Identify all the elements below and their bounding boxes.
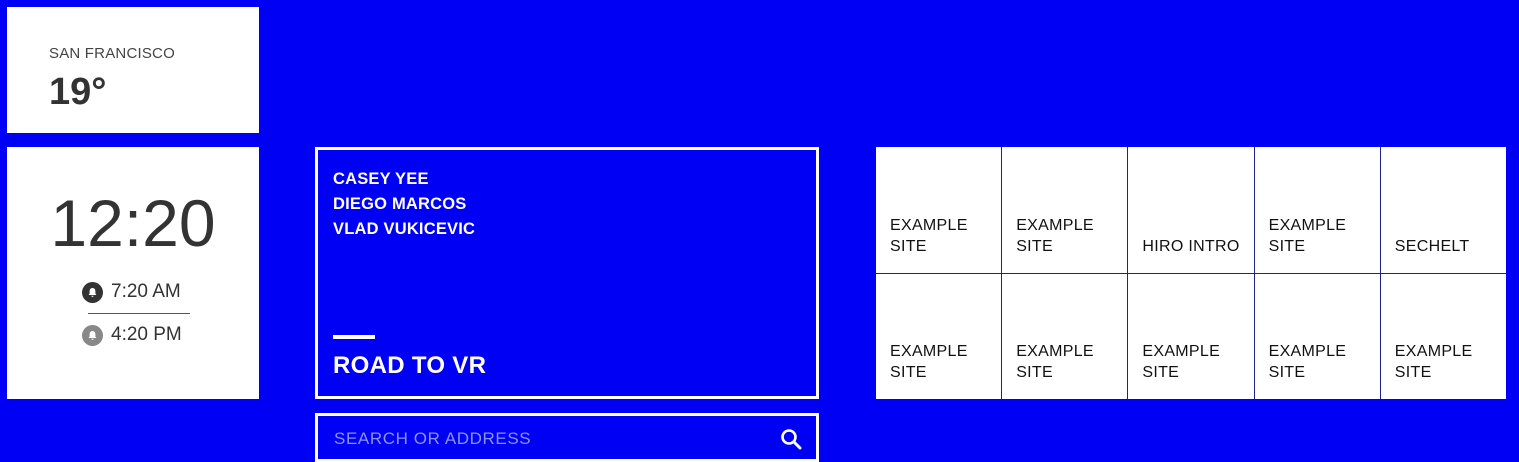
- search-input[interactable]: [332, 426, 756, 452]
- alarm-item[interactable]: 4:20 PM: [82, 324, 182, 346]
- alarm-divider: [88, 313, 190, 314]
- title-divider: [333, 335, 375, 339]
- site-tile-label: EXAMPLE SITE: [1268, 343, 1347, 381]
- site-tile-label: EXAMPLE SITE: [890, 343, 968, 381]
- alarm-time: 7:20 AM: [111, 281, 181, 302]
- site-tiles-grid: EXAMPLE SITE EXAMPLE SITE HIRO INTRO EXA…: [876, 147, 1506, 399]
- site-tile-label: EXAMPLE SITE: [1016, 343, 1094, 381]
- site-tile[interactable]: EXAMPLE SITE: [1380, 273, 1506, 399]
- site-tile[interactable]: EXAMPLE SITE: [1002, 273, 1128, 399]
- credit-name: VLAD VUKICEVIC: [333, 220, 476, 238]
- site-tile[interactable]: SECHELT: [1380, 147, 1506, 273]
- site-tile[interactable]: EXAMPLE SITE: [876, 273, 1002, 399]
- site-tile[interactable]: EXAMPLE SITE: [1254, 273, 1380, 399]
- clock-time: 12:20: [50, 186, 216, 260]
- bell-icon: [82, 324, 103, 346]
- credit-name: DIEGO MARCOS: [333, 195, 467, 213]
- site-tile-label: HIRO INTRO: [1142, 237, 1240, 255]
- weather-city: SAN FRANCISCO: [49, 45, 175, 62]
- site-tile-label: EXAMPLE SITE: [1268, 216, 1347, 255]
- featured-site-card[interactable]: CASEY YEE DIEGO MARCOS VLAD VUKICEVIC RO…: [315, 147, 819, 399]
- alarm-time: 4:20 PM: [111, 324, 182, 345]
- weather-widget: SAN FRANCISCO 19°: [7, 7, 259, 133]
- site-tile-label: EXAMPLE SITE: [1394, 343, 1473, 381]
- featured-title: ROAD TO VR: [333, 352, 487, 379]
- site-tile-label: SECHELT: [1394, 237, 1470, 255]
- site-tile-label: EXAMPLE SITE: [1016, 216, 1094, 255]
- site-tile[interactable]: EXAMPLE SITE: [1254, 147, 1380, 273]
- credit-name: CASEY YEE: [333, 170, 429, 188]
- site-tile[interactable]: HIRO INTRO: [1128, 147, 1254, 273]
- site-tile[interactable]: EXAMPLE SITE: [1128, 273, 1254, 399]
- site-tile-label: EXAMPLE SITE: [1142, 343, 1221, 381]
- search-icon[interactable]: [780, 428, 802, 455]
- search-bar: [315, 413, 819, 462]
- clock-widget: 12:20 7:20 AM 4:20 PM: [7, 147, 259, 399]
- site-tile[interactable]: EXAMPLE SITE: [1002, 147, 1128, 273]
- site-tile[interactable]: EXAMPLE SITE: [876, 147, 1002, 273]
- site-tile-label: EXAMPLE SITE: [890, 216, 968, 255]
- bell-icon: [82, 281, 103, 303]
- weather-temperature: 19°: [49, 71, 107, 113]
- credits-list: CASEY YEE DIEGO MARCOS VLAD VUKICEVIC: [333, 167, 475, 242]
- alarm-item[interactable]: 7:20 AM: [82, 281, 181, 303]
